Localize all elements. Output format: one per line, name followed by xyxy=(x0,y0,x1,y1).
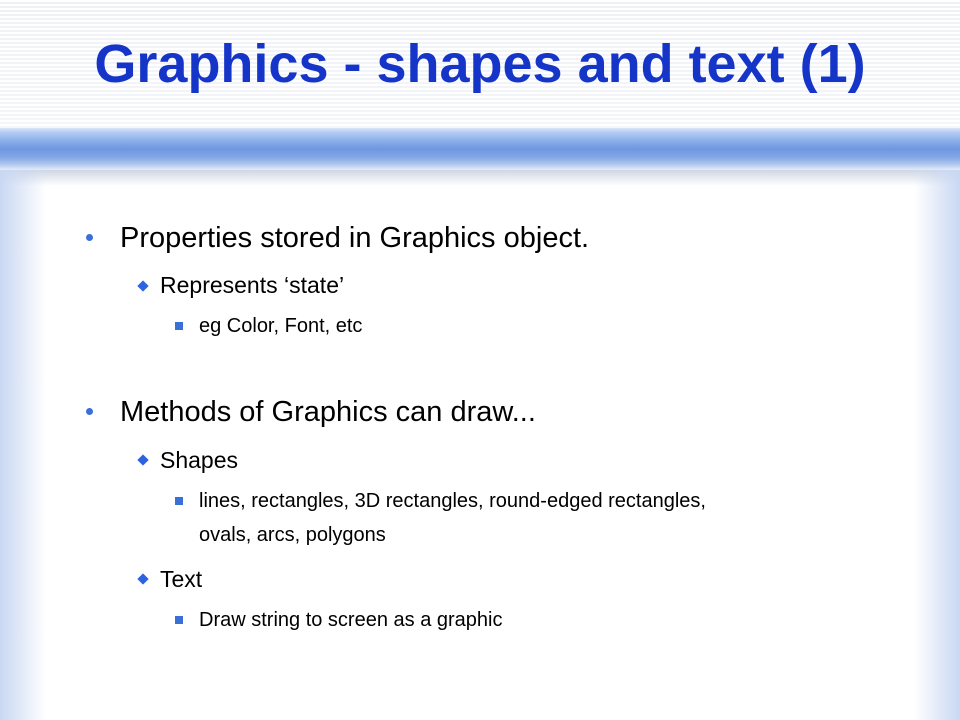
bullet-methods: Methods of Graphics can draw... xyxy=(120,396,536,428)
bullet-represents-state: Represents ‘state’ xyxy=(160,272,345,298)
bullet-properties: Properties stored in Graphics object. xyxy=(120,222,590,254)
bullet-shape-list-line1: lines, rectangles, 3D rectangles, round-… xyxy=(199,490,706,512)
slide-content: Properties stored in Graphics object. Re… xyxy=(0,0,960,720)
square-bullet-icon xyxy=(175,322,183,330)
diamond-bullet-icon xyxy=(137,573,149,585)
square-bullet-icon xyxy=(175,616,183,624)
round-bullet-icon xyxy=(86,408,93,415)
diamond-bullet-icon xyxy=(137,280,149,292)
bullet-draw-string: Draw string to screen as a graphic xyxy=(199,609,503,631)
diamond-bullet-icon xyxy=(137,454,149,466)
bullet-shape-list-line2: ovals, arcs, polygons xyxy=(199,524,386,546)
round-bullet-icon xyxy=(86,234,93,241)
bullet-shapes: Shapes xyxy=(160,447,239,473)
bullet-text: Text xyxy=(160,566,203,592)
slide: Graphics - shapes and text (1) Propertie… xyxy=(0,0,960,720)
bullet-eg-color-font: eg Color, Font, etc xyxy=(199,315,363,337)
square-bullet-icon xyxy=(175,497,183,505)
